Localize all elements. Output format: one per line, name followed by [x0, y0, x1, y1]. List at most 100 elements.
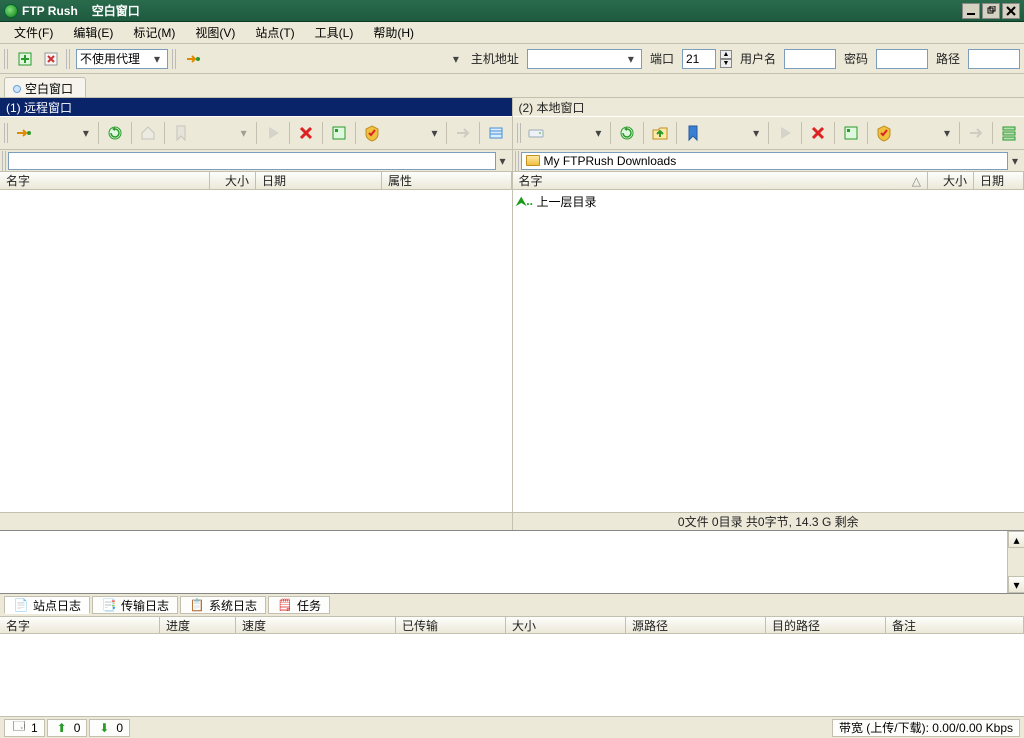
status-bar: 🗔1 ⬆0 ⬇0 带宽 (上传/下载): 0.00/0.00 Kbps	[0, 716, 1024, 738]
drive-icon[interactable]	[525, 122, 547, 144]
toolbar-grip[interactable]	[66, 49, 72, 69]
qcol-srcpath[interactable]: 源路径	[626, 617, 766, 633]
col-date[interactable]: 日期	[974, 172, 1024, 189]
tab-site-log[interactable]: 📄站点日志	[4, 596, 90, 614]
port-input[interactable]: 21	[682, 49, 716, 69]
menu-help[interactable]: 帮助(H)	[363, 22, 424, 43]
status-upload[interactable]: ⬆0	[47, 719, 88, 737]
port-spin-up[interactable]: ▲	[720, 50, 732, 59]
chevron-down-icon[interactable]: ▾	[624, 52, 638, 66]
menu-site[interactable]: 站点(T)	[245, 22, 304, 43]
app-title: FTP Rush	[22, 4, 78, 18]
remote-file-list[interactable]	[0, 190, 512, 512]
bookmark-icon[interactable]	[170, 122, 192, 144]
menu-mark[interactable]: 标记(M)	[123, 22, 185, 43]
qcol-speed[interactable]: 速度	[236, 617, 396, 633]
chevron-down-icon[interactable]: ▾	[237, 126, 251, 140]
chevron-down-icon[interactable]: ▾	[496, 154, 510, 168]
chevron-down-icon[interactable]: ▾	[749, 126, 763, 140]
local-pane-header[interactable]: (2) 本地窗口	[513, 98, 1024, 116]
folder-up-icon[interactable]	[649, 122, 671, 144]
qcol-remark[interactable]: 备注	[886, 617, 1024, 633]
toolbar-grip[interactable]	[172, 49, 178, 69]
pass-input[interactable]	[876, 49, 928, 69]
col-attr[interactable]: 属性	[382, 172, 512, 189]
cancel-conn-icon[interactable]	[40, 48, 62, 70]
session-tab[interactable]: 空白窗口	[4, 77, 86, 97]
scroll-down-icon[interactable]: ▾	[1008, 576, 1024, 593]
chevron-down-icon[interactable]: ▾	[1008, 154, 1022, 168]
log-scrollbar[interactable]: ▴ ▾	[1007, 531, 1024, 593]
toolbar-grip[interactable]	[4, 123, 10, 143]
col-name[interactable]: 名字	[0, 172, 210, 189]
delete-icon[interactable]	[807, 122, 829, 144]
transfer-right-icon[interactable]	[965, 122, 987, 144]
app-logo-icon	[4, 4, 18, 18]
home-icon[interactable]	[137, 122, 159, 144]
log-icon: 📄	[13, 597, 29, 613]
connect-dropdown-icon[interactable]: ▾	[449, 52, 463, 66]
local-path-input[interactable]: My FTPRush Downloads	[521, 152, 1009, 170]
shield-icon[interactable]	[873, 122, 895, 144]
play-icon[interactable]	[774, 122, 796, 144]
menu-view[interactable]: 视图(V)	[185, 22, 245, 43]
status-download[interactable]: ⬇0	[89, 719, 130, 737]
remote-list-header: 名字 大小 日期 属性	[0, 172, 512, 190]
col-date[interactable]: 日期	[256, 172, 382, 189]
qcol-transferred[interactable]: 已传输	[396, 617, 506, 633]
qcol-name[interactable]: 名字	[0, 617, 160, 633]
chevron-down-icon[interactable]: ▾	[427, 126, 441, 140]
tab-transfer-log[interactable]: 📑传输日志	[92, 596, 178, 614]
scroll-up-icon[interactable]: ▴	[1008, 531, 1024, 548]
close-button[interactable]	[1002, 3, 1020, 19]
transfer-right-icon[interactable]	[452, 122, 474, 144]
path-input[interactable]	[968, 49, 1020, 69]
qcol-size[interactable]: 大小	[506, 617, 626, 633]
remote-pane-header[interactable]: (1) 远程窗口	[0, 98, 512, 116]
port-spin-down[interactable]: ▼	[720, 59, 732, 68]
menu-tool[interactable]: 工具(L)	[305, 22, 364, 43]
connect-icon[interactable]	[182, 48, 204, 70]
menu-edit[interactable]: 编辑(E)	[63, 22, 123, 43]
restore-button[interactable]	[982, 3, 1000, 19]
col-size[interactable]: 大小	[210, 172, 256, 189]
log-area[interactable]: ▴ ▾	[0, 530, 1024, 594]
col-name[interactable]: 名字△	[513, 172, 929, 189]
queue-header: 名字 进度 速度 已传输 大小 源路径 目的路径 备注	[0, 616, 1024, 634]
proxy-combo[interactable]: 不使用代理 ▾	[76, 49, 168, 69]
play-icon[interactable]	[262, 122, 284, 144]
chevron-down-icon[interactable]: ▾	[940, 126, 954, 140]
queue-icon[interactable]	[998, 122, 1020, 144]
toolbar-grip[interactable]	[517, 123, 523, 143]
explorer-icon[interactable]	[840, 122, 862, 144]
chevron-down-icon[interactable]: ▾	[79, 126, 93, 140]
explorer-icon[interactable]	[328, 122, 350, 144]
menu-file[interactable]: 文件(F)	[4, 22, 63, 43]
local-file-list[interactable]: ⮝.. 上一层目录	[513, 190, 1024, 512]
shield-icon[interactable]	[361, 122, 383, 144]
bottom-tabbar: 📄站点日志 📑传输日志 📋系统日志 🗒任务	[0, 594, 1024, 616]
status-dot-icon	[13, 85, 21, 93]
qcol-dstpath[interactable]: 目的路径	[766, 617, 886, 633]
tab-system-log[interactable]: 📋系统日志	[180, 596, 266, 614]
delete-icon[interactable]	[295, 122, 317, 144]
new-conn-icon[interactable]	[14, 48, 36, 70]
bookmark-icon[interactable]	[682, 122, 704, 144]
status-windows[interactable]: 🗔1	[4, 719, 45, 737]
user-input[interactable]	[784, 49, 836, 69]
host-input[interactable]: ▾	[527, 49, 642, 69]
chevron-down-icon[interactable]: ▾	[591, 126, 605, 140]
parent-dir-row[interactable]: ⮝.. 上一层目录	[517, 192, 1021, 211]
qcol-progress[interactable]: 进度	[160, 617, 236, 633]
toolbar-grip[interactable]	[4, 49, 10, 69]
queue-list[interactable]	[0, 634, 1024, 716]
chevron-down-icon[interactable]: ▾	[150, 52, 164, 66]
refresh-icon[interactable]	[104, 122, 126, 144]
minimize-button[interactable]	[962, 3, 980, 19]
tab-tasks[interactable]: 🗒任务	[268, 596, 330, 614]
remote-path-input[interactable]	[8, 152, 496, 170]
connect-icon[interactable]	[12, 122, 34, 144]
list-icon[interactable]	[485, 122, 507, 144]
refresh-icon[interactable]	[616, 122, 638, 144]
col-size[interactable]: 大小	[928, 172, 974, 189]
